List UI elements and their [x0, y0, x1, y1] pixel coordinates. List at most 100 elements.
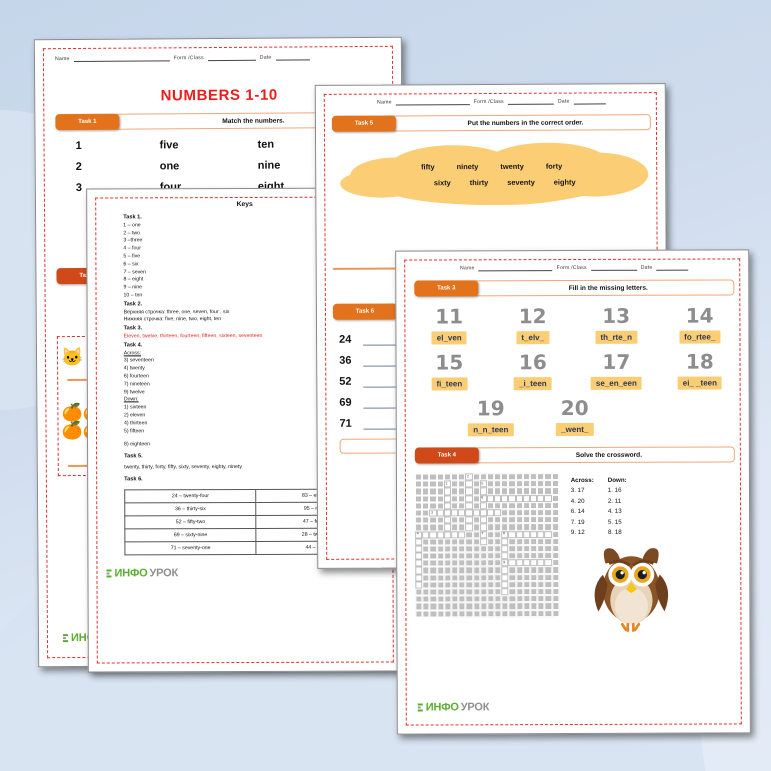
crossword-cell[interactable]: [443, 487, 451, 496]
crossword-cell[interactable]: [443, 523, 452, 531]
crossword-cell[interactable]: [415, 545, 423, 553]
crossword-cell[interactable]: [501, 581, 509, 589]
crossword-cell[interactable]: 9: [501, 559, 509, 567]
crossword-cell[interactable]: [508, 494, 516, 502]
crossword-cell[interactable]: [515, 494, 523, 502]
crossword-cell[interactable]: [479, 516, 487, 524]
crossword-cell[interactable]: [515, 559, 524, 567]
crossword-cell[interactable]: [443, 530, 452, 539]
crossword-cell[interactable]: [530, 559, 538, 567]
crossword-cell[interactable]: [443, 494, 451, 503]
missing-word[interactable]: th_rte_n: [595, 330, 638, 344]
missing-word[interactable]: n_n_teen: [468, 423, 514, 437]
missing-word[interactable]: se_en_een: [590, 376, 642, 390]
crossword-cell[interactable]: [479, 509, 487, 517]
crossword-cell[interactable]: [415, 559, 423, 567]
cloud-word[interactable]: sixty: [434, 178, 451, 187]
crossword-cell[interactable]: [501, 573, 509, 582]
crossword-cell[interactable]: [501, 588, 509, 596]
missing-word[interactable]: t_elv_: [516, 331, 550, 345]
crossword-cell[interactable]: [522, 494, 531, 502]
cloud-word[interactable]: thirty: [470, 178, 489, 187]
match-word[interactable]: five: [160, 139, 258, 151]
name-blank[interactable]: [478, 270, 553, 272]
crossword-cell[interactable]: [537, 559, 545, 567]
match-number[interactable]: 2: [62, 160, 160, 173]
crossword-cell[interactable]: [415, 581, 423, 589]
crossword-cell[interactable]: [443, 516, 452, 524]
crossword-cell[interactable]: [501, 494, 509, 503]
cloud-word[interactable]: twenty: [500, 161, 523, 170]
crossword-cell[interactable]: [479, 487, 487, 495]
cloud-word[interactable]: eighty: [554, 177, 576, 186]
crossword-cell[interactable]: 7: [479, 530, 488, 539]
crossword-cell[interactable]: [486, 494, 495, 503]
crossword-cell[interactable]: [465, 509, 473, 517]
crossword-cell[interactable]: 5: [479, 480, 487, 488]
missing-word[interactable]: fo_rtee_: [679, 330, 721, 344]
crossword-cell[interactable]: 3: [429, 509, 437, 517]
crossword-cell[interactable]: [544, 530, 552, 538]
crossword-cell[interactable]: [508, 530, 516, 538]
missing-word[interactable]: ei_ _teen: [677, 376, 723, 390]
crossword-cell[interactable]: [443, 509, 452, 517]
crossword-grid[interactable]: 2 1 5 6 3 4 7 8 9: [414, 473, 560, 632]
crossword-cell[interactable]: [501, 537, 509, 546]
date-blank[interactable]: [573, 103, 606, 105]
date-blank[interactable]: [656, 269, 689, 271]
crossword-cell[interactable]: [515, 530, 523, 538]
crossword-cell[interactable]: [415, 552, 423, 560]
crossword-cell[interactable]: [450, 509, 459, 517]
crossword-cell[interactable]: [465, 502, 473, 510]
form-blank[interactable]: [207, 59, 256, 62]
form-blank[interactable]: [590, 269, 637, 271]
crossword-cell[interactable]: [429, 530, 437, 539]
missing-word[interactable]: _i_teen: [514, 377, 552, 391]
crossword-cell[interactable]: [458, 530, 466, 539]
crossword-cell[interactable]: [479, 502, 487, 510]
crossword-cell[interactable]: [523, 559, 531, 567]
crossword-cell[interactable]: 8: [501, 530, 509, 538]
worksheet-page-task3[interactable]: Name Form /Class Date Task 3 Fill in the…: [395, 249, 751, 735]
crossword-cell[interactable]: [530, 530, 538, 538]
match-word[interactable]: one: [160, 160, 258, 172]
crossword-cell[interactable]: [501, 566, 509, 574]
crossword-cell[interactable]: [451, 530, 459, 539]
crossword-cell[interactable]: [486, 509, 495, 517]
crossword-cell[interactable]: [501, 552, 509, 560]
crossword-cell[interactable]: 6: [479, 494, 487, 503]
cloud-word[interactable]: seventy: [507, 177, 535, 186]
name-blank[interactable]: [395, 104, 470, 106]
form-blank[interactable]: [507, 103, 554, 105]
crossword-cell[interactable]: [465, 480, 473, 488]
crossword-cell[interactable]: [465, 516, 473, 524]
missing-word[interactable]: fi_teen: [431, 377, 468, 391]
crossword-cell[interactable]: [415, 574, 423, 582]
crossword-cell[interactable]: [494, 509, 502, 517]
crossword-cell[interactable]: [465, 523, 473, 531]
cloud-word[interactable]: forty: [546, 161, 562, 170]
crossword-cell[interactable]: [436, 530, 444, 539]
crossword-cell[interactable]: 4: [415, 531, 423, 539]
name-blank[interactable]: [73, 60, 170, 63]
missing-word[interactable]: _went_: [556, 422, 594, 437]
crossword-cell[interactable]: [458, 509, 466, 517]
crossword-cell[interactable]: [494, 494, 502, 503]
missing-word[interactable]: el_ven: [431, 331, 467, 345]
crossword-cell[interactable]: [422, 531, 430, 539]
crossword-cell[interactable]: [443, 502, 451, 510]
crossword-cell[interactable]: [544, 559, 552, 567]
crossword-cell[interactable]: 2: [465, 473, 473, 481]
crossword-cell[interactable]: 1: [443, 480, 451, 488]
crossword-cell[interactable]: [522, 530, 531, 538]
date-blank[interactable]: [275, 59, 310, 61]
crossword-cell[interactable]: [479, 523, 488, 531]
crossword-cell[interactable]: [472, 509, 480, 517]
crossword-cell[interactable]: [537, 494, 545, 502]
cloud-word[interactable]: fifty: [421, 162, 435, 171]
crossword-cell[interactable]: [415, 566, 423, 575]
crossword-cell[interactable]: [465, 494, 473, 503]
crossword-cell[interactable]: [530, 494, 538, 502]
crossword-cell[interactable]: [508, 559, 516, 567]
crossword-cell[interactable]: [415, 538, 423, 546]
